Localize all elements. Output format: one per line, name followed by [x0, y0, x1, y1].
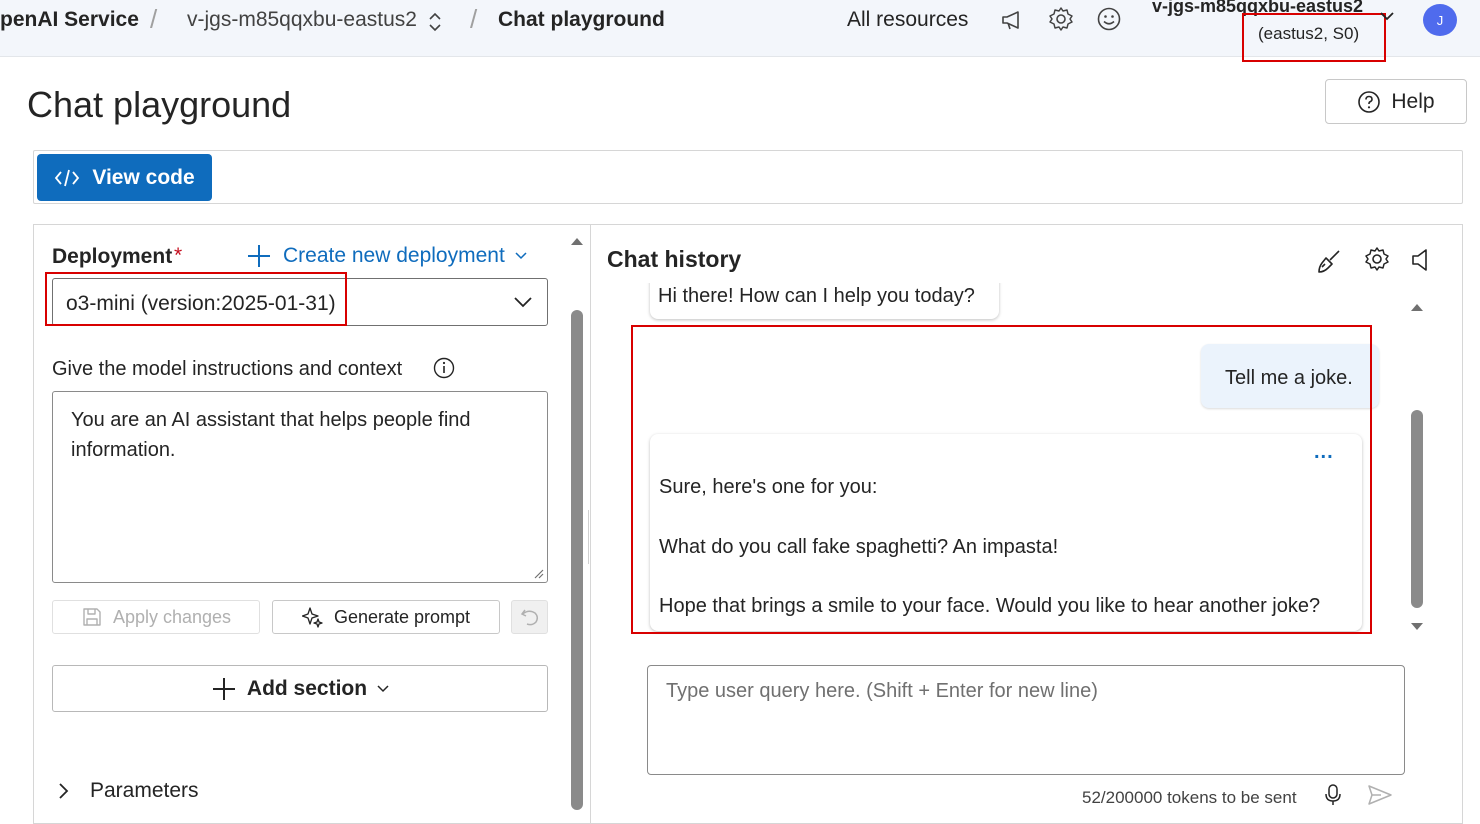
sparkle-icon — [301, 606, 324, 628]
chevron-down-icon — [515, 252, 527, 260]
highlight-box — [45, 272, 347, 326]
highlight-box — [1242, 13, 1386, 62]
token-count: 52/200000 tokens to be sent — [1082, 788, 1297, 807]
info-icon[interactable] — [432, 356, 456, 380]
system-message-text: You are an AI assistant that helps peopl… — [71, 409, 471, 461]
page-title: Chat playground — [27, 84, 292, 125]
add-section-button[interactable]: Add section — [52, 665, 548, 712]
help-button-label: Help — [1391, 89, 1435, 113]
generate-prompt-button[interactable]: Generate prompt — [272, 600, 500, 634]
chevron-right-icon[interactable] — [56, 780, 72, 802]
scroll-up-arrow-icon[interactable] — [1409, 300, 1425, 314]
chevron-down-icon[interactable] — [512, 293, 534, 311]
megaphone-icon[interactable] — [998, 6, 1028, 34]
undo-icon — [519, 606, 541, 628]
help-button[interactable]: Help — [1325, 79, 1467, 124]
breadcrumb-separator: / — [150, 4, 158, 34]
create-deployment-label: Create new deployment — [283, 244, 505, 267]
parameters-section-header[interactable]: Parameters — [90, 779, 199, 803]
setup-scrollbar-thumb[interactable] — [571, 310, 583, 810]
view-code-label: View code — [92, 165, 195, 189]
chat-scrollbar-thumb[interactable] — [1411, 410, 1423, 608]
resize-handle-icon[interactable] — [532, 567, 544, 579]
deployment-label: Deployment — [52, 245, 173, 268]
breadcrumb-separator: / — [470, 4, 478, 34]
plus-icon — [211, 676, 237, 702]
plus-icon — [245, 242, 273, 270]
scroll-up-arrow-icon[interactable] — [569, 234, 585, 248]
chevron-down-icon — [377, 684, 389, 693]
chevron-up-down-icon[interactable] — [425, 10, 445, 34]
microphone-icon[interactable] — [1322, 784, 1344, 806]
chevron-down-icon[interactable] — [1376, 6, 1398, 26]
apply-changes-button[interactable]: Apply changes — [52, 600, 260, 634]
view-code-button[interactable]: View code — [37, 154, 212, 201]
breadcrumb-resource[interactable]: v-jgs-m85qqxbu-eastus2 — [187, 8, 417, 32]
smiley-feedback-icon[interactable] — [1094, 4, 1124, 34]
scroll-down-arrow-icon[interactable] — [1409, 620, 1425, 634]
add-section-label: Add section — [246, 676, 368, 700]
user-query-placeholder: Type user query here. (Shift + Enter for… — [666, 680, 1098, 702]
question-circle-icon — [1357, 90, 1381, 114]
create-deployment-button[interactable]: Create new deployment — [245, 242, 527, 270]
clear-chat-broom-icon[interactable] — [1314, 246, 1344, 276]
required-mark: * — [174, 244, 183, 267]
playground-toolbar — [33, 150, 1463, 204]
assistant-message-text: Hi there! How can I help you today? — [658, 285, 975, 307]
send-icon[interactable] — [1366, 784, 1394, 806]
all-resources-link[interactable]: All resources — [847, 8, 968, 32]
save-icon — [81, 606, 103, 628]
highlight-box — [631, 325, 1372, 634]
breadcrumb-service[interactable]: penAI Service — [0, 8, 139, 32]
speaker-icon[interactable] — [1408, 246, 1434, 274]
gear-icon[interactable] — [1046, 4, 1076, 34]
generate-prompt-label: Generate prompt — [333, 606, 471, 627]
apply-changes-label: Apply changes — [112, 606, 232, 627]
avatar[interactable]: J — [1423, 4, 1457, 36]
chat-history-title: Chat history — [607, 246, 742, 272]
chat-settings-gear-icon[interactable] — [1362, 244, 1392, 274]
code-icon — [54, 168, 80, 188]
undo-button[interactable] — [511, 600, 548, 634]
breadcrumb-current-page: Chat playground — [498, 8, 665, 31]
instructions-label: Give the model instructions and context — [52, 358, 403, 380]
